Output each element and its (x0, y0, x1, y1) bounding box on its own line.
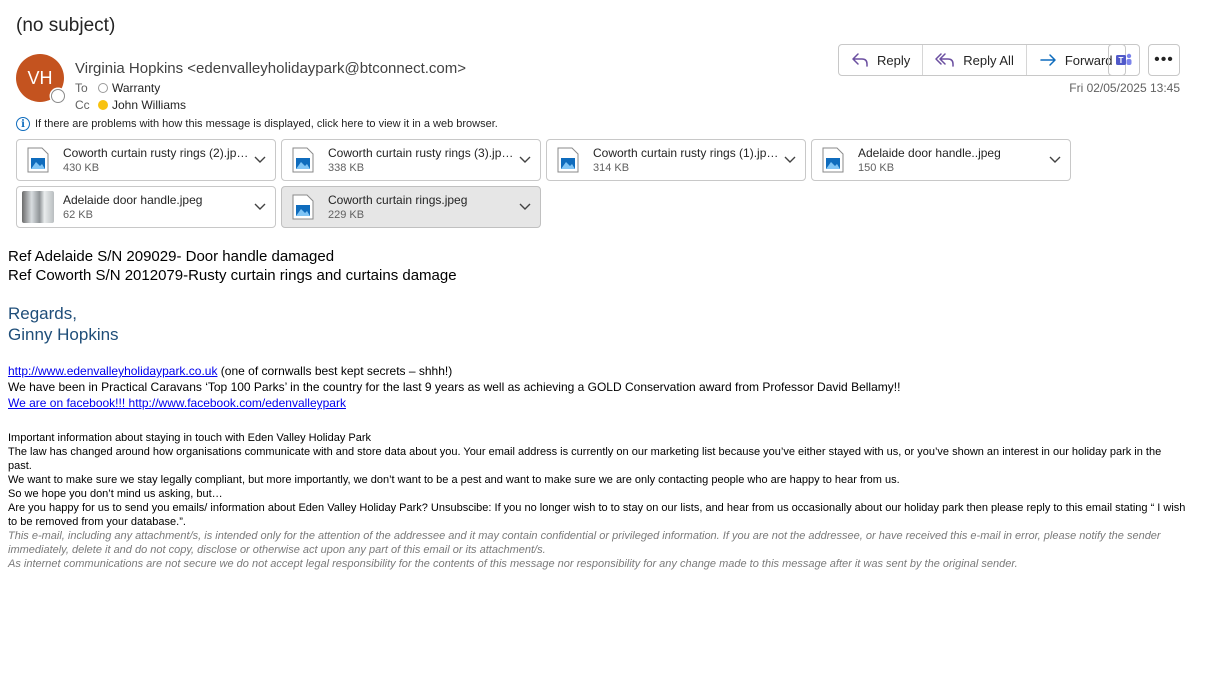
view-in-browser-infobar[interactable]: i If there are problems with how this me… (16, 117, 498, 131)
image-file-icon (292, 147, 314, 173)
attachment-size: 430 KB (63, 162, 100, 174)
attachment-menu-button[interactable] (1044, 156, 1066, 164)
liability-notice: As internet communications are not secur… (8, 558, 1018, 570)
cc-label: Cc (75, 98, 90, 112)
message-body: Ref Adelaide S/N 209029- Door handle dam… (8, 247, 457, 285)
email-subject: (no subject) (16, 15, 116, 36)
to-label: To (75, 81, 88, 95)
disclaimer-paragraph: Are you happy for us to send you emails/… (8, 502, 1186, 528)
attachment-item-selected[interactable]: Coworth curtain rings.jpeg 229 KB (281, 186, 541, 228)
reply-all-icon (935, 53, 954, 67)
image-file-icon (292, 194, 314, 220)
info-icon: i (16, 117, 30, 131)
to-row: To Warranty (75, 81, 160, 95)
teams-chat-button[interactable]: T (1108, 44, 1140, 76)
attachment-name: Coworth curtain rusty rings (1).jpeg (593, 146, 779, 160)
signature-block: http://www.edenvalleyholidaypark.co.uk (… (8, 363, 1188, 411)
chevron-down-icon (254, 156, 266, 163)
attachment-size: 314 KB (593, 162, 630, 174)
presence-away-icon (98, 100, 108, 110)
infobar-text: If there are problems with how this mess… (35, 118, 498, 130)
attachment-menu-button[interactable] (249, 203, 271, 211)
sign-off: Regards, Ginny Hopkins (8, 303, 119, 345)
disclaimer-paragraph: We want to make sure we stay legally com… (8, 474, 900, 486)
disclaimer-paragraph: So we hope you don’t mind us asking, but… (8, 488, 223, 500)
ellipsis-icon: ••• (1154, 51, 1174, 68)
teams-icon: T (1116, 53, 1132, 65)
attachment-name: Adelaide door handle..jpeg (858, 146, 1001, 160)
attachment-menu-button[interactable] (514, 203, 536, 211)
forward-icon (1040, 54, 1056, 66)
attachment-item[interactable]: Adelaide door handle..jpeg 150 KB (811, 139, 1071, 181)
attachment-size: 62 KB (63, 209, 93, 221)
image-thumbnail (22, 191, 54, 223)
disclaimer-block: Important information about staying in t… (8, 431, 1188, 571)
disclaimer-paragraph: The law has changed around how organisat… (8, 446, 1162, 472)
reply-label: Reply (877, 52, 911, 68)
attachment-name: Coworth curtain rusty rings (3).jpeg (328, 146, 514, 160)
cc-recipient[interactable]: John Williams (112, 98, 186, 112)
attachment-menu-button[interactable] (514, 156, 536, 164)
regards-text: Regards, (8, 304, 77, 323)
awards-text: We have been in Practical Caravans ‘Top … (8, 380, 901, 394)
facebook-link[interactable]: We are on facebook!!! http://www.faceboo… (8, 396, 346, 410)
message-actions: Reply Reply All Forward (838, 44, 1126, 76)
reply-all-button[interactable]: Reply All (923, 45, 1027, 75)
chevron-down-icon (519, 156, 531, 163)
attachment-item[interactable]: Adelaide door handle.jpeg 62 KB (16, 186, 276, 228)
website-note: (one of cornwalls best kept secrets – sh… (217, 364, 453, 378)
image-file-icon (27, 147, 49, 173)
image-file-icon (822, 147, 844, 173)
confidentiality-notice: This e-mail, including any attachment/s,… (8, 530, 1161, 556)
chevron-down-icon (1049, 156, 1061, 163)
attachment-menu-button[interactable] (779, 156, 801, 164)
website-link[interactable]: http://www.edenvalleyholidaypark.co.uk (8, 364, 217, 378)
reply-all-label: Reply All (963, 52, 1014, 68)
attachment-size: 150 KB (858, 162, 895, 174)
attachment-size: 229 KB (328, 209, 365, 221)
chevron-down-icon (784, 156, 796, 163)
body-line: Ref Adelaide S/N 209029- Door handle dam… (8, 248, 335, 265)
attachment-item[interactable]: Coworth curtain rusty rings (3).jpeg 338 … (281, 139, 541, 181)
attachment-item[interactable]: Coworth curtain rusty rings (2).jpeg 430 … (16, 139, 276, 181)
chevron-down-icon (254, 203, 266, 210)
chevron-down-icon (519, 203, 531, 210)
image-file-icon (557, 147, 579, 173)
reply-button[interactable]: Reply (839, 45, 924, 75)
sent-date: Fri 02/05/2025 13:45 (1069, 81, 1180, 95)
sender-name[interactable]: Virginia Hopkins <edenvalleyholidaypark@… (75, 60, 466, 77)
attachment-name: Coworth curtain rings.jpeg (328, 193, 468, 207)
disclaimer-heading: Important information about staying in t… (8, 432, 371, 444)
to-recipient[interactable]: Warranty (112, 81, 160, 95)
cc-row: Cc John Williams (75, 98, 186, 112)
body-line: Ref Coworth S/N 2012079-Rusty curtain ri… (8, 267, 457, 284)
attachment-size: 338 KB (328, 162, 365, 174)
attachment-item[interactable]: Coworth curtain rusty rings (1).jpeg 314 … (546, 139, 806, 181)
presence-unknown-icon (98, 83, 108, 93)
svg-text:T: T (1119, 56, 1124, 65)
forward-label: Forward (1064, 52, 1113, 68)
attachment-name: Adelaide door handle.jpeg (63, 193, 203, 207)
reply-icon (852, 53, 868, 67)
signer-name: Ginny Hopkins (8, 325, 119, 344)
presence-status-icon (51, 89, 65, 103)
attachment-menu-button[interactable] (249, 156, 271, 164)
more-options-button[interactable]: ••• (1148, 44, 1180, 76)
attachment-name: Coworth curtain rusty rings (2).jpeg (63, 146, 249, 160)
